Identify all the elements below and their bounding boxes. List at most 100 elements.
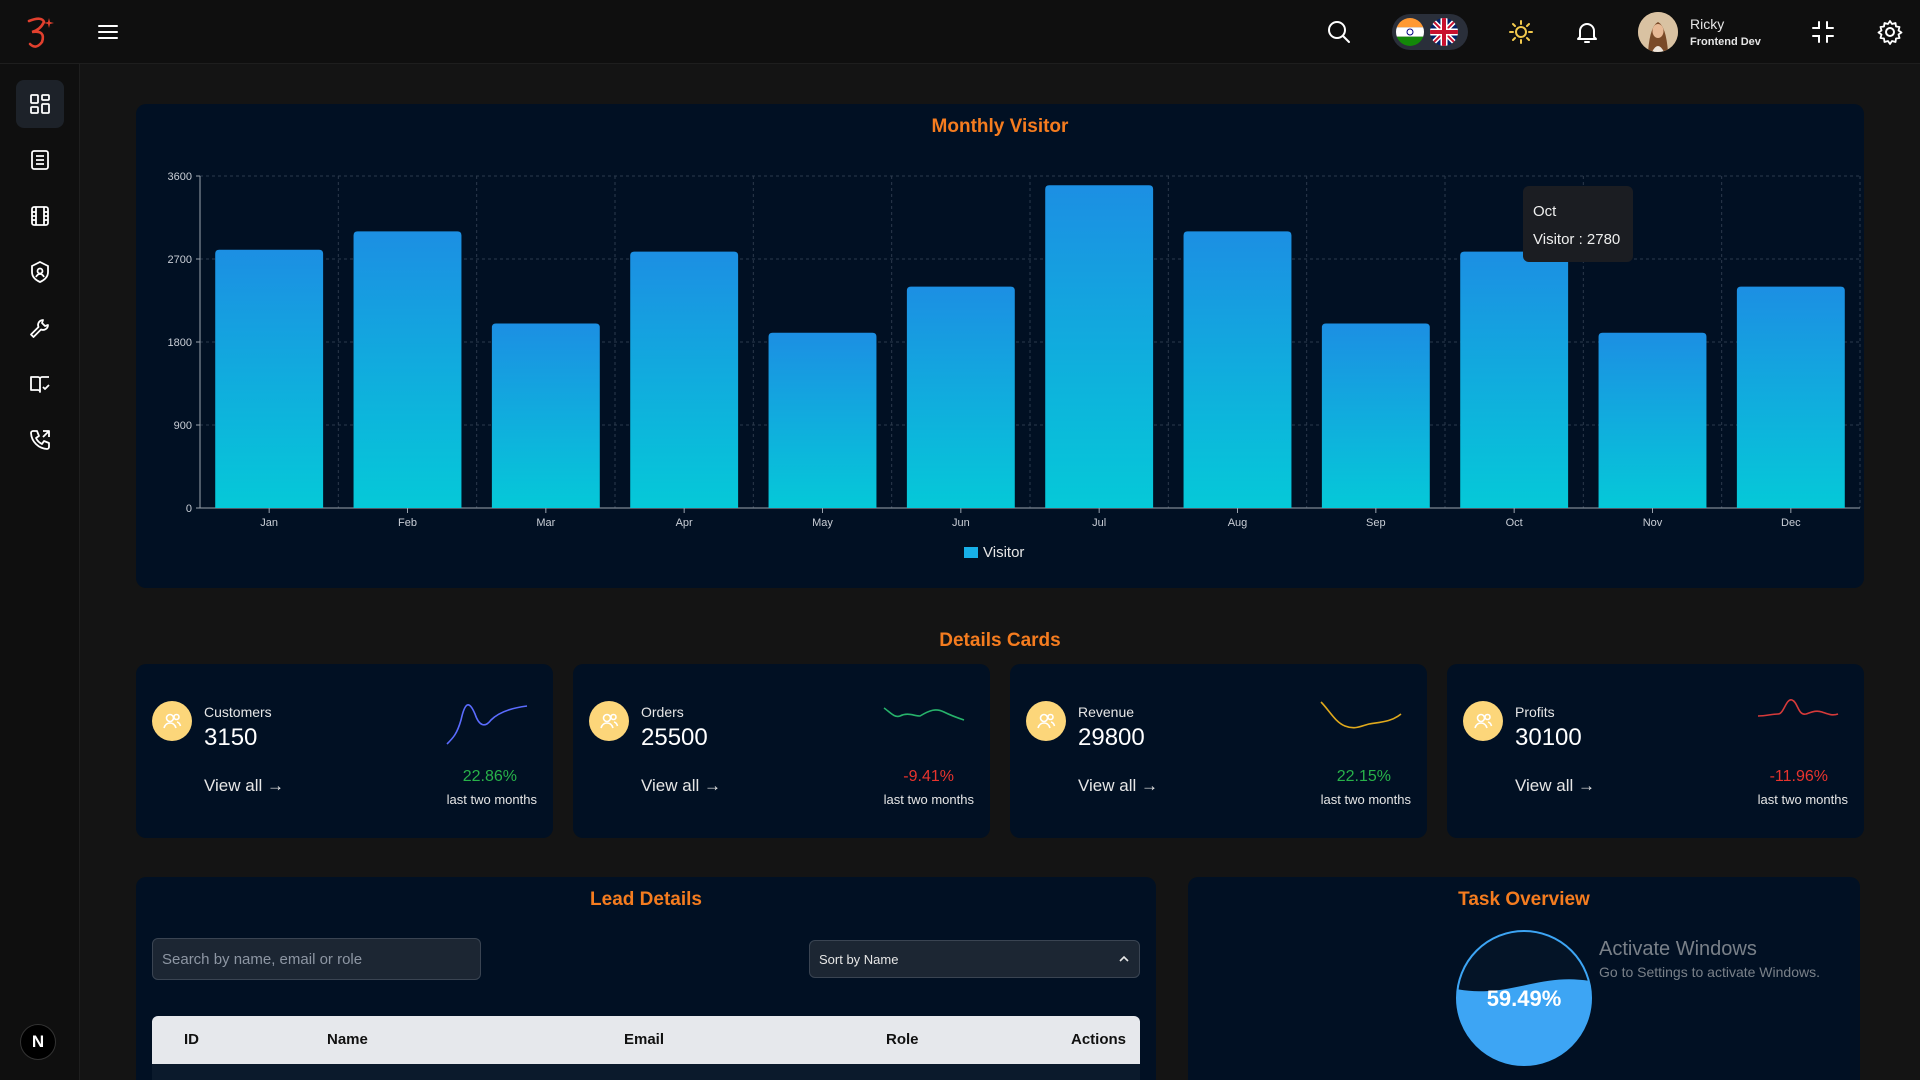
- hamburger-icon[interactable]: [94, 18, 122, 46]
- bar-oct: [1460, 251, 1569, 508]
- lead-details-title: Lead Details: [590, 889, 702, 910]
- x-tick-label: Oct: [1506, 517, 1523, 529]
- sidebar-item-security[interactable]: [16, 248, 64, 296]
- card-value: 3150: [204, 724, 258, 751]
- phone-icon: [30, 430, 50, 450]
- y-tick-label: 1800: [168, 337, 192, 349]
- monthly-visitor-chart[interactable]: 0 900 1800 2700 3600 Jan Feb Mar Apr May Jun Jul Aug…: [136, 104, 1864, 588]
- view-all-link[interactable]: View all →: [1078, 776, 1158, 796]
- language-toggle[interactable]: [1392, 14, 1468, 50]
- uk-flag-icon[interactable]: [1430, 18, 1458, 46]
- dashboard-icon: [30, 94, 50, 114]
- sort-label: Sort by Name: [819, 951, 899, 967]
- sparkline-chart: [1757, 699, 1839, 717]
- sort-select[interactable]: Sort by Name: [809, 940, 1140, 978]
- x-tick-label: Jan: [260, 517, 278, 529]
- y-tick-label: 0: [186, 503, 192, 515]
- column-header-actions[interactable]: Actions: [1071, 1031, 1126, 1048]
- avatar[interactable]: [1638, 12, 1678, 52]
- bar-nov: [1598, 332, 1707, 508]
- orders-card: Orders 25500 View all → -9.41% last two …: [573, 664, 990, 838]
- bar-feb: [353, 231, 462, 508]
- x-tick-label: Apr: [676, 517, 693, 529]
- column-header-email[interactable]: Email: [624, 1031, 664, 1048]
- card-percent: 22.15%: [1336, 768, 1391, 785]
- card-percent: -9.41%: [903, 768, 954, 785]
- progress-text: 59.49%: [1487, 986, 1562, 1011]
- y-tick-label: 900: [174, 420, 192, 432]
- details-title: Details Cards: [939, 630, 1061, 651]
- x-tick-label: Nov: [1643, 517, 1663, 529]
- task-progress-gauge: 59.49%: [1456, 930, 1592, 1066]
- top-bar: Ricky Frontend Dev: [0, 0, 1920, 64]
- card-percent: -11.96%: [1769, 768, 1828, 785]
- x-tick-label: Dec: [1781, 517, 1801, 529]
- table-body: [152, 1064, 1140, 1080]
- card-percent: 22.86%: [462, 768, 517, 785]
- sidebar-item-list[interactable]: [16, 136, 64, 184]
- film-icon: [31, 206, 49, 226]
- bar-jul: [1045, 185, 1154, 508]
- users-icon: [152, 701, 192, 741]
- list-icon: [31, 150, 49, 170]
- sun-icon[interactable]: [1505, 16, 1537, 48]
- sidebar-item-docs[interactable]: [16, 360, 64, 408]
- watermark-title: Activate Windows: [1599, 938, 1757, 960]
- sidebar-item-tools[interactable]: [16, 304, 64, 352]
- bar-jan: [215, 249, 324, 508]
- card-value: 30100: [1515, 724, 1582, 751]
- sparkline-chart: [1320, 701, 1402, 729]
- users-icon: [589, 701, 629, 741]
- x-tick-label: Jun: [952, 517, 970, 529]
- card-subtext: last two months: [883, 792, 974, 807]
- india-flag-icon[interactable]: [1396, 18, 1424, 46]
- y-tick-label: 2700: [168, 254, 192, 266]
- sidebar-item-dashboard[interactable]: [16, 80, 64, 128]
- sparkline-chart: [446, 704, 528, 745]
- column-header-name[interactable]: Name: [327, 1031, 368, 1048]
- card-label: Profits: [1515, 704, 1555, 720]
- users-icon: [1463, 701, 1503, 741]
- x-tick-label: Sep: [1366, 517, 1386, 529]
- search-icon[interactable]: [1323, 16, 1355, 48]
- column-header-id[interactable]: ID: [184, 1031, 199, 1048]
- monthly-visitor-panel: Monthly Visitor 0 900 1800 2700 3600 Jan Feb Ma…: [136, 104, 1864, 588]
- bar-jun: [906, 286, 1015, 508]
- x-tick-label: Mar: [536, 517, 555, 529]
- card-subtext: last two months: [1757, 792, 1848, 807]
- table-header: ID Name Email Role Actions: [152, 1016, 1140, 1064]
- bell-icon[interactable]: [1571, 16, 1603, 48]
- x-tick-label: Aug: [1228, 517, 1248, 529]
- user-name: Ricky: [1690, 16, 1725, 32]
- tooltip-month: Oct: [1533, 203, 1557, 220]
- customers-card: Customers 3150 View all → 22.86% last tw…: [136, 664, 553, 838]
- chevron-up-icon: [1119, 955, 1129, 962]
- bar-aug: [1183, 231, 1292, 508]
- chart-tooltip: Oct Visitor : 2780: [1523, 186, 1633, 262]
- brand-logo[interactable]: [20, 12, 60, 52]
- next-badge[interactable]: N: [20, 1024, 56, 1060]
- gear-icon[interactable]: [1874, 16, 1906, 48]
- sidebar-item-media[interactable]: [16, 192, 64, 240]
- sidebar: N: [0, 64, 80, 1080]
- collapse-icon[interactable]: [1807, 16, 1839, 48]
- card-value: 25500: [641, 724, 708, 751]
- card-value: 29800: [1078, 724, 1145, 751]
- y-tick-label: 3600: [168, 171, 192, 183]
- bar-apr: [630, 251, 739, 508]
- search-input[interactable]: [152, 938, 481, 980]
- task-overview-title: Task Overview: [1458, 889, 1590, 910]
- bar-sep: [1321, 323, 1430, 508]
- view-all-link[interactable]: View all →: [641, 776, 721, 796]
- view-all-link[interactable]: View all →: [204, 776, 284, 796]
- x-tick-label: Feb: [398, 517, 417, 529]
- bar-may: [768, 332, 877, 508]
- legend-swatch: [964, 547, 978, 558]
- wrench-icon: [30, 319, 49, 338]
- column-header-role[interactable]: Role: [886, 1031, 919, 1048]
- users-icon: [1026, 701, 1066, 741]
- sparkline-chart: [883, 707, 965, 721]
- tooltip-value: Visitor : 2780: [1533, 231, 1621, 248]
- sidebar-item-calls[interactable]: [16, 416, 64, 464]
- view-all-link[interactable]: View all →: [1515, 776, 1595, 796]
